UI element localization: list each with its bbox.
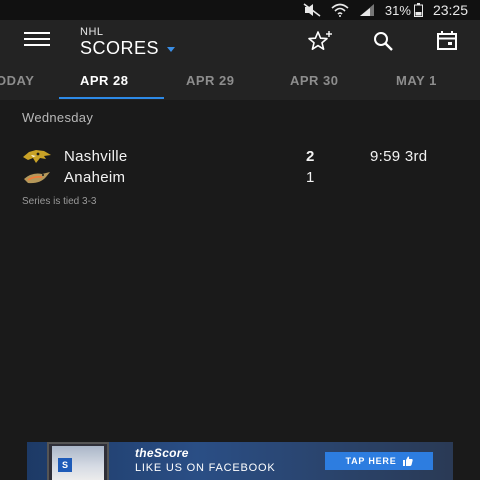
series-status: Series is tied 3-3 bbox=[22, 196, 97, 207]
tab-apr-29[interactable]: APR 29 bbox=[186, 73, 235, 88]
calendar-icon[interactable] bbox=[436, 30, 458, 52]
active-tab-indicator bbox=[59, 97, 164, 99]
search-icon[interactable] bbox=[372, 30, 394, 52]
date-tabs: ODAY APR 28 APR 29 APR 30 MAY 1 bbox=[0, 60, 480, 100]
status-bar: 31% 23:25 bbox=[0, 0, 480, 20]
team-name-away: Anaheim bbox=[64, 169, 126, 186]
tap-here-button[interactable]: TAP HERE bbox=[325, 452, 433, 470]
chevron-down-icon[interactable] bbox=[167, 46, 176, 52]
battery-status: 31% bbox=[385, 3, 423, 18]
ad-headline: LIKE US ON FACEBOOK bbox=[135, 462, 276, 474]
tab-apr-30[interactable]: APR 30 bbox=[290, 73, 339, 88]
battery-icon bbox=[413, 3, 423, 17]
game-status: 9:59 3rd bbox=[370, 148, 428, 165]
team-row-away: Anaheim bbox=[22, 169, 125, 186]
page-title: SCORES bbox=[80, 38, 160, 58]
team-row-home: Nashville bbox=[22, 148, 128, 165]
ad-brand-logo: theScore bbox=[135, 446, 189, 460]
tab-today[interactable]: ODAY bbox=[0, 73, 34, 88]
score-away: 1 bbox=[306, 169, 315, 186]
tab-apr-28[interactable]: APR 28 bbox=[80, 73, 129, 88]
ad-banner[interactable]: S theScore LIKE US ON FACEBOOK TAP HERE bbox=[27, 442, 453, 480]
ad-phone-image: S bbox=[47, 442, 109, 480]
title-block[interactable]: NHL SCORES bbox=[80, 26, 176, 58]
hamburger-menu-icon[interactable] bbox=[24, 32, 50, 48]
thumbs-up-icon bbox=[402, 456, 413, 466]
mute-icon bbox=[303, 3, 321, 17]
clock: 23:25 bbox=[432, 2, 468, 18]
battery-percent: 31% bbox=[384, 2, 411, 18]
score-home: 2 bbox=[306, 148, 315, 165]
predators-logo-icon bbox=[23, 149, 51, 163]
game-row[interactable]: Nashville 2 9:59 3rd Anaheim 1 Series is… bbox=[0, 144, 480, 214]
star-add-icon[interactable] bbox=[306, 30, 334, 52]
wifi-icon bbox=[331, 3, 349, 17]
team-name-home: Nashville bbox=[64, 148, 128, 165]
thescore-app-icon: S bbox=[58, 458, 72, 472]
ducks-logo-icon bbox=[24, 171, 50, 183]
ad-cta-label: TAP HERE bbox=[345, 456, 397, 466]
signal-icon bbox=[359, 4, 374, 16]
league-label: NHL bbox=[80, 26, 104, 38]
day-heading: Wednesday bbox=[22, 110, 94, 125]
app-bar: NHL SCORES bbox=[0, 20, 480, 60]
tab-may-1[interactable]: MAY 1 bbox=[396, 73, 437, 88]
